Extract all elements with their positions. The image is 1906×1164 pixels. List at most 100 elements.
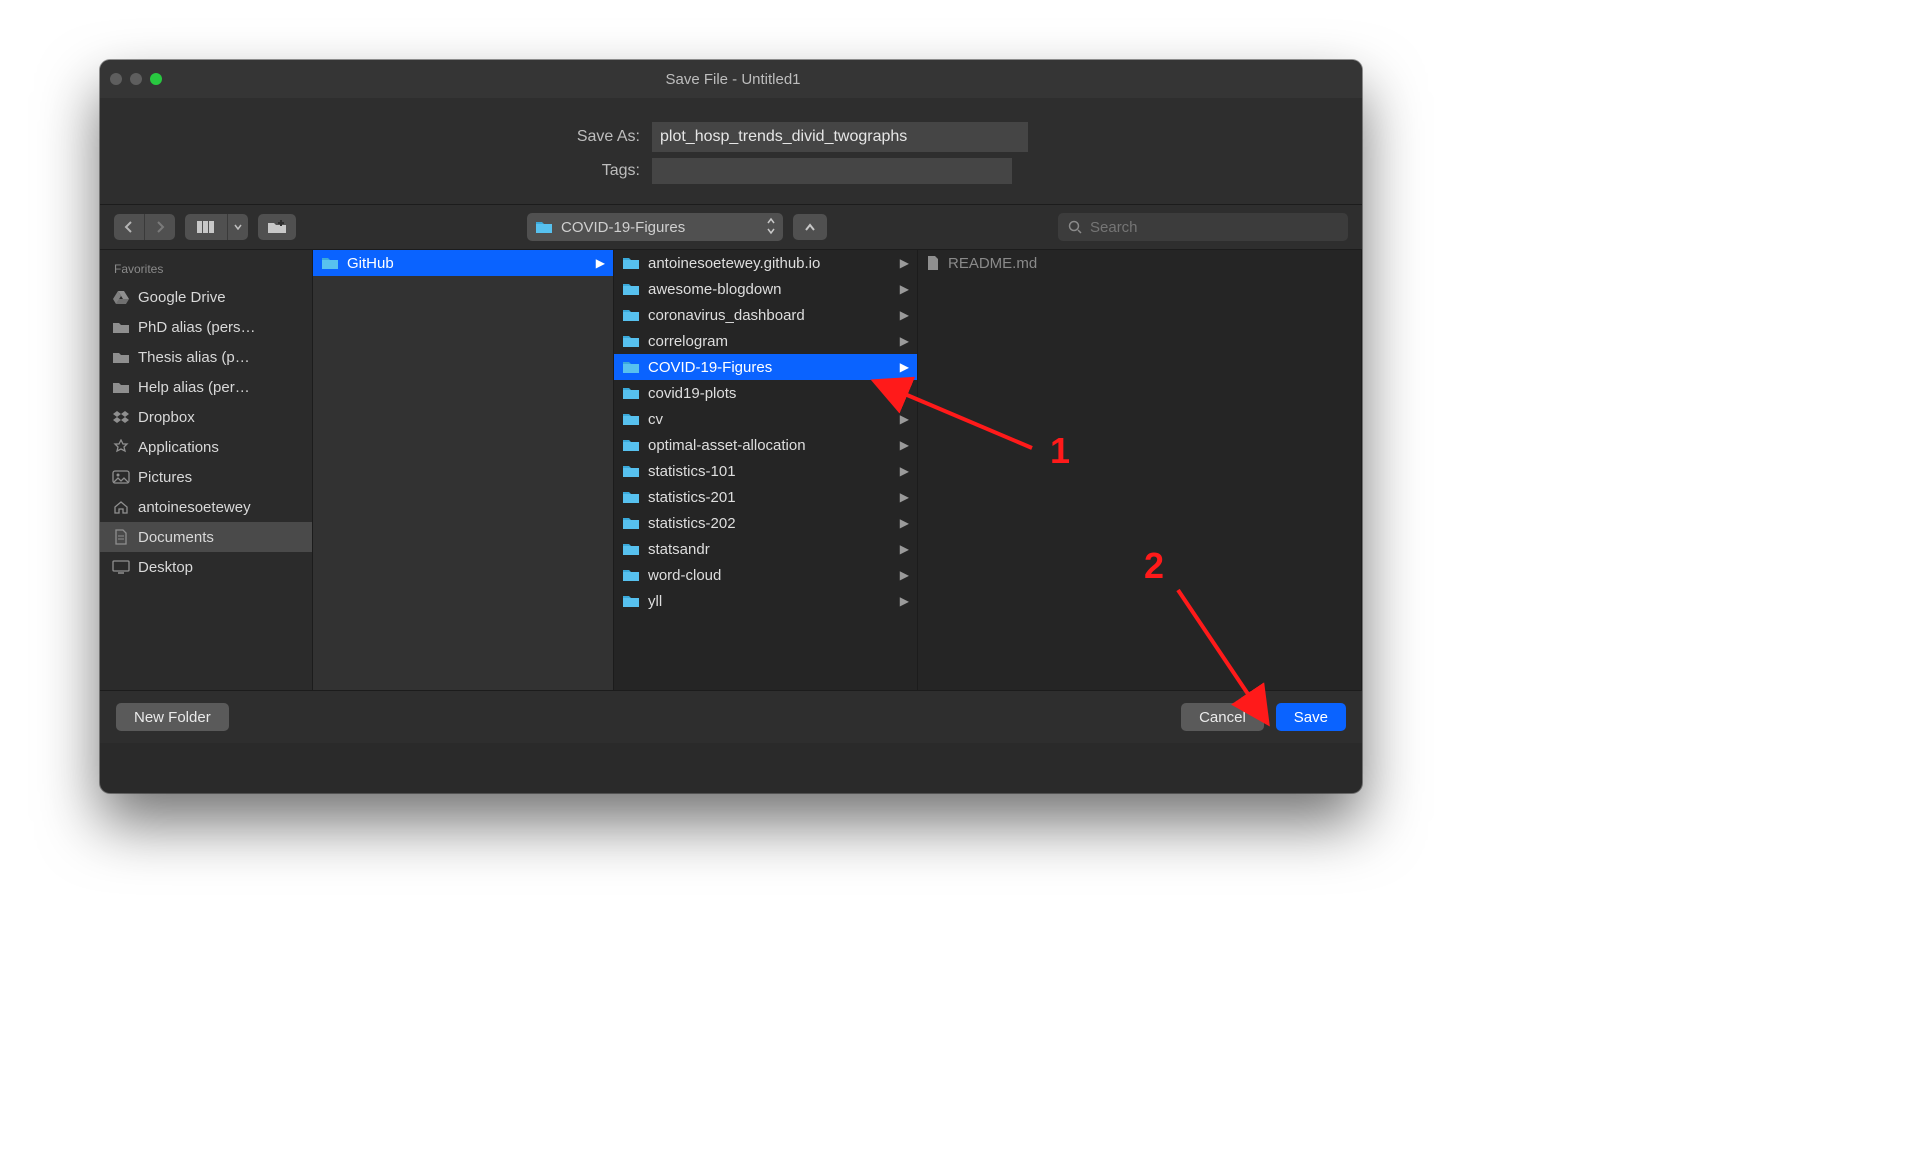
sidebar-item-applications[interactable]: Applications bbox=[100, 432, 312, 462]
list-item[interactable]: statistics-201▶ bbox=[614, 484, 917, 510]
sidebar-item-pictures[interactable]: Pictures bbox=[100, 462, 312, 492]
new-folder-toolbar-button[interactable] bbox=[258, 214, 296, 240]
column-0: GitHub▶ bbox=[313, 250, 614, 690]
folder-icon bbox=[622, 360, 640, 374]
toolbar: COVID-19-Figures bbox=[100, 204, 1362, 250]
folder-gray-icon bbox=[112, 320, 130, 334]
list-item[interactable]: statsandr▶ bbox=[614, 536, 917, 562]
disclosure-arrow-icon: ▶ bbox=[900, 490, 909, 504]
view-columns-button[interactable] bbox=[185, 214, 227, 240]
chevron-left-icon bbox=[124, 221, 134, 233]
chevron-down-icon bbox=[234, 224, 242, 230]
folder-icon bbox=[535, 220, 553, 234]
folder-icon bbox=[622, 334, 640, 348]
back-button[interactable] bbox=[114, 214, 144, 240]
list-item[interactable]: GitHub▶ bbox=[313, 250, 613, 276]
chevron-right-icon bbox=[155, 221, 165, 233]
sidebar-item-google-drive[interactable]: Google Drive bbox=[100, 282, 312, 312]
sidebar-item-label: Google Drive bbox=[138, 289, 226, 306]
save-button[interactable]: Save bbox=[1276, 703, 1346, 731]
sidebar-item-label: Applications bbox=[138, 439, 219, 456]
sidebar: Favorites Google DrivePhD alias (pers…Th… bbox=[100, 250, 313, 690]
save-dialog-window: Save File - Untitled1 Save As: Tags: bbox=[100, 60, 1362, 793]
dropbox-icon bbox=[112, 410, 130, 424]
folder-icon bbox=[321, 256, 339, 270]
list-item[interactable]: optimal-asset-allocation ▶ bbox=[614, 432, 917, 458]
item-label: README.md bbox=[948, 255, 1037, 272]
folder-icon bbox=[622, 256, 640, 270]
column-2: README.md bbox=[918, 250, 1362, 690]
list-item[interactable]: word-cloud▶ bbox=[614, 562, 917, 588]
sidebar-item-documents[interactable]: Documents bbox=[100, 522, 312, 552]
item-label: covid19-plots bbox=[648, 385, 736, 402]
close-window-button[interactable] bbox=[110, 73, 122, 85]
item-label: statistics-202 bbox=[648, 515, 736, 532]
columns-icon bbox=[197, 221, 215, 233]
disclosure-arrow-icon: ▶ bbox=[900, 282, 909, 296]
save-as-input[interactable] bbox=[652, 122, 1028, 152]
search-field[interactable] bbox=[1058, 213, 1348, 241]
disclosure-arrow-icon: ▶ bbox=[900, 464, 909, 478]
list-item[interactable]: awesome-blogdown▶ bbox=[614, 276, 917, 302]
folder-plus-icon bbox=[267, 220, 287, 234]
new-folder-button[interactable]: New Folder bbox=[116, 703, 229, 731]
item-label: yll bbox=[648, 593, 662, 610]
sidebar-item-thesis-alias-p-[interactable]: Thesis alias (p… bbox=[100, 342, 312, 372]
list-item[interactable]: statistics-202 ▶ bbox=[614, 510, 917, 536]
search-input[interactable] bbox=[1088, 218, 1338, 237]
list-item[interactable]: covid19-plots▶ bbox=[614, 380, 917, 406]
zoom-window-button[interactable] bbox=[150, 73, 162, 85]
tags-input[interactable] bbox=[652, 158, 1012, 184]
folder-gray-icon bbox=[112, 380, 130, 394]
item-label: antoinesoetewey.github.io bbox=[648, 255, 820, 272]
forward-button[interactable] bbox=[144, 214, 175, 240]
traffic-lights bbox=[110, 73, 162, 85]
sidebar-item-label: PhD alias (pers… bbox=[138, 319, 256, 336]
sidebar-item-desktop[interactable]: Desktop bbox=[100, 552, 312, 582]
list-item[interactable]: COVID-19-Figures ▶ bbox=[614, 354, 917, 380]
tags-label: Tags: bbox=[100, 162, 652, 180]
view-mode bbox=[185, 214, 248, 240]
list-item[interactable]: cv▶ bbox=[614, 406, 917, 432]
list-item[interactable]: correlogram▶ bbox=[614, 328, 917, 354]
desktop-icon bbox=[112, 560, 130, 574]
disclosure-arrow-icon: ▶ bbox=[900, 334, 909, 348]
cancel-button[interactable]: Cancel bbox=[1181, 703, 1264, 731]
item-label: COVID-19-Figures bbox=[648, 359, 772, 376]
folder-icon bbox=[622, 542, 640, 556]
sidebar-item-label: antoinesoetewey bbox=[138, 499, 251, 516]
location-popup[interactable]: COVID-19-Figures bbox=[527, 213, 783, 241]
sidebar-item-label: Dropbox bbox=[138, 409, 195, 426]
list-item[interactable]: statistics-101 ▶ bbox=[614, 458, 917, 484]
list-item[interactable]: README.md bbox=[918, 250, 1361, 276]
up-folder-button[interactable] bbox=[793, 214, 827, 240]
item-label: cv bbox=[648, 411, 663, 428]
disclosure-arrow-icon: ▶ bbox=[900, 360, 909, 374]
disclosure-arrow-icon: ▶ bbox=[900, 308, 909, 322]
folder-icon bbox=[622, 386, 640, 400]
applications-icon bbox=[112, 439, 130, 455]
list-item[interactable]: antoinesoetewey.github.io▶ bbox=[614, 250, 917, 276]
sidebar-item-phd-alias-pers-[interactable]: PhD alias (pers… bbox=[100, 312, 312, 342]
documents-icon bbox=[112, 529, 130, 545]
sidebar-item-help-alias-per-[interactable]: Help alias (per… bbox=[100, 372, 312, 402]
sidebar-item-antoinesoetewey[interactable]: antoinesoetewey bbox=[100, 492, 312, 522]
disclosure-arrow-icon: ▶ bbox=[900, 438, 909, 452]
location-label: COVID-19-Figures bbox=[561, 219, 685, 236]
view-menu-button[interactable] bbox=[227, 214, 248, 240]
list-item[interactable]: yll ▶ bbox=[614, 588, 917, 614]
sidebar-item-dropbox[interactable]: Dropbox bbox=[100, 402, 312, 432]
save-form: Save As: Tags: bbox=[100, 98, 1362, 204]
updown-icon bbox=[767, 217, 775, 235]
disclosure-arrow-icon: ▶ bbox=[900, 594, 909, 608]
folder-gray-icon bbox=[112, 350, 130, 364]
list-item[interactable]: coronavirus_dashboard▶ bbox=[614, 302, 917, 328]
minimize-window-button[interactable] bbox=[130, 73, 142, 85]
folder-icon bbox=[622, 568, 640, 582]
item-label: optimal-asset-allocation bbox=[648, 437, 806, 454]
item-label: statistics-101 bbox=[648, 463, 736, 480]
folder-icon bbox=[622, 516, 640, 530]
disclosure-arrow-icon: ▶ bbox=[596, 256, 605, 270]
item-label: statsandr bbox=[648, 541, 710, 558]
disclosure-arrow-icon: ▶ bbox=[900, 516, 909, 530]
